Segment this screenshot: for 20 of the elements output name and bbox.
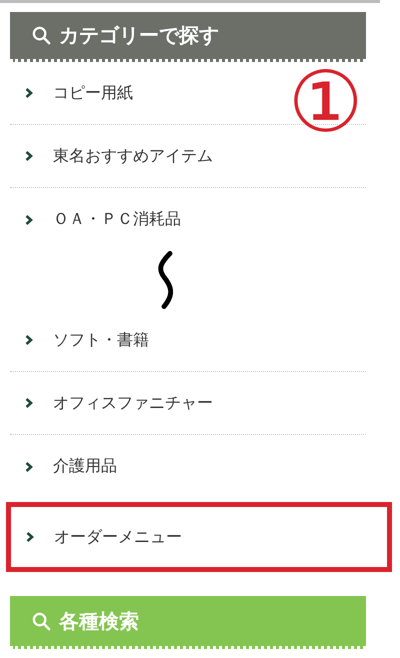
- search-icon: [32, 612, 51, 630]
- category-link[interactable]: 東名おすすめアイテム: [25, 134, 275, 178]
- annotation-number: ①: [288, 60, 364, 144]
- chevron-icon: [25, 151, 33, 161]
- chevron-icon: [25, 88, 33, 98]
- category-link[interactable]: 介護用品: [25, 444, 275, 488]
- header-title: カテゴリーで探す: [59, 22, 219, 49]
- category-link[interactable]: オーダーメニュー: [26, 515, 276, 559]
- squiggle-mark: [157, 251, 173, 309]
- chevron-icon: [25, 398, 33, 408]
- header-title: 各種検索: [59, 608, 139, 634]
- chevron-icon: [25, 214, 33, 224]
- category-link[interactable]: ＯＡ・ＰＣ消耗品: [25, 198, 275, 242]
- search-icon: [32, 26, 51, 45]
- chevron-icon: [26, 532, 34, 542]
- chevron-icon: [25, 335, 33, 345]
- chevron-icon: [25, 462, 33, 472]
- category-link[interactable]: オフィスファニチャー: [25, 381, 275, 425]
- category-link[interactable]: コピー用紙: [25, 71, 275, 115]
- category-link[interactable]: ソフト・書籍: [25, 318, 275, 362]
